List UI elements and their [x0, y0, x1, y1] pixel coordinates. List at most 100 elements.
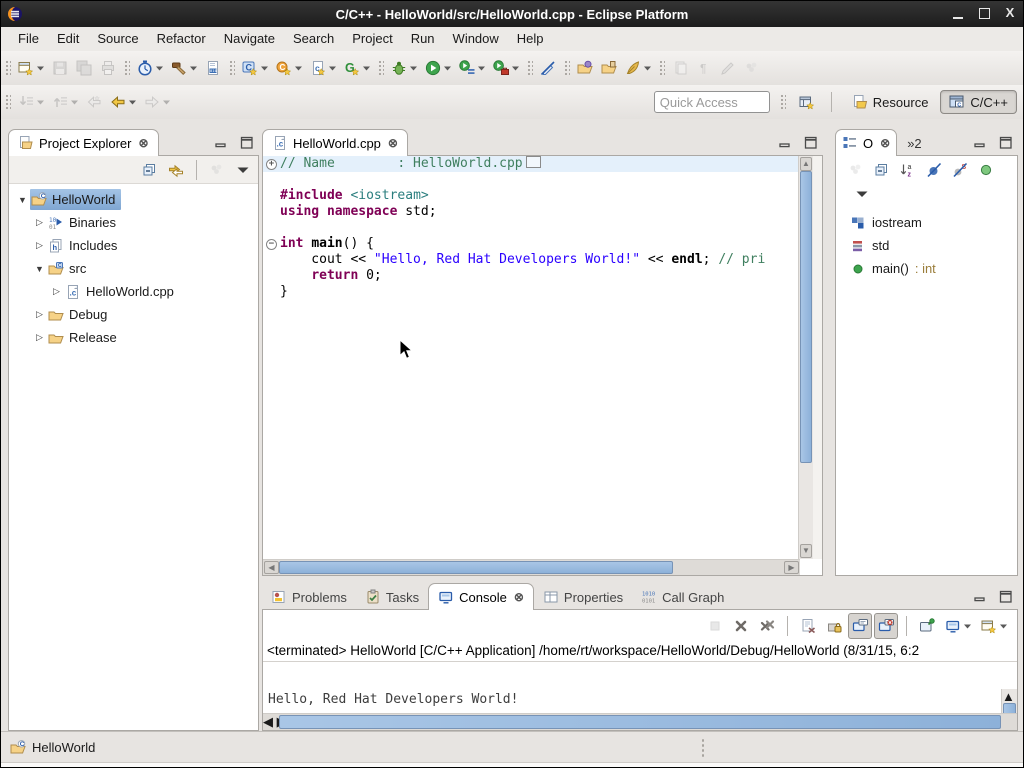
open-task-folder-button[interactable]	[573, 56, 597, 80]
fold-gutter[interactable]: +	[263, 156, 280, 172]
link-with-editor-button[interactable]	[164, 158, 188, 182]
maximize-button[interactable]	[977, 7, 991, 19]
minimize-button[interactable]	[951, 7, 965, 19]
tree-item-helloworld[interactable]: ▼CHelloWorld	[9, 188, 258, 211]
scrollbar-thumb[interactable]	[279, 715, 1001, 729]
outline-item-iostream[interactable]: iostream	[836, 211, 1017, 234]
clear-console-button[interactable]	[796, 614, 820, 638]
menu-navigate[interactable]: Navigate	[215, 27, 284, 51]
dropdown-arrow-icon[interactable]	[512, 61, 519, 75]
fold-gutter[interactable]	[263, 268, 280, 284]
scroll-right-icon[interactable]: ▶	[784, 561, 799, 574]
show-stdout-button[interactable]	[848, 613, 872, 639]
dropdown-arrow-icon[interactable]	[410, 61, 417, 75]
tab-properties[interactable]: Properties	[534, 584, 632, 610]
fold-gutter[interactable]: −	[263, 236, 280, 252]
scroll-down-icon[interactable]: ▼	[800, 544, 812, 558]
editor-horizontal-scrollbar[interactable]: ◀ ▶	[263, 559, 800, 575]
dropdown-arrow-icon[interactable]	[129, 95, 136, 109]
menu-search[interactable]: Search	[284, 27, 343, 51]
fold-expand-icon[interactable]: +	[266, 159, 277, 170]
menu-edit[interactable]: Edit	[48, 27, 88, 51]
binary-file-button[interactable]: 010	[201, 56, 225, 80]
dropdown-arrow-icon[interactable]	[37, 61, 44, 75]
close-tab-icon[interactable]: ⊗	[138, 136, 148, 150]
minimize-view-icon[interactable]	[213, 135, 229, 151]
tree-item-src[interactable]: ▼Csrc	[9, 257, 258, 280]
tab-console[interactable]: Console⊗	[428, 583, 534, 610]
maximize-view-icon[interactable]	[998, 589, 1014, 605]
dropdown-arrow-icon[interactable]	[71, 95, 78, 109]
fold-collapse-icon[interactable]: −	[266, 239, 277, 250]
fold-gutter[interactable]	[263, 284, 280, 300]
scroll-left-icon[interactable]: ◀	[263, 714, 273, 729]
dropdown-arrow-icon[interactable]	[444, 61, 451, 75]
editor-vertical-scrollbar[interactable]: ▲ ▼	[798, 156, 813, 559]
remove-all-terminated-button[interactable]	[755, 614, 779, 638]
view-stack-badge[interactable]: »2	[907, 136, 921, 156]
dropdown-arrow-icon[interactable]	[644, 61, 651, 75]
dropdown-arrow-icon[interactable]	[156, 61, 163, 75]
pin-console-button[interactable]	[915, 614, 939, 638]
scroll-up-icon[interactable]: ▲	[800, 157, 812, 171]
collapse-all-button[interactable]	[870, 158, 894, 182]
scrollbar-thumb[interactable]	[279, 561, 673, 574]
minimize-view-icon[interactable]	[972, 135, 988, 151]
tab-tasks[interactable]: Tasks	[356, 584, 428, 610]
expand-arrow-icon[interactable]: ▷	[32, 217, 47, 228]
scroll-lock-button[interactable]	[822, 614, 846, 638]
external-tools-button[interactable]	[489, 56, 523, 80]
expand-arrow-icon[interactable]: ▷	[32, 240, 47, 251]
scroll-left-icon[interactable]: ◀	[264, 561, 279, 574]
remove-launch-button[interactable]	[729, 614, 753, 638]
fold-gutter[interactable]	[263, 204, 280, 220]
scroll-up-icon[interactable]: ▲	[1002, 689, 1015, 704]
tab-project-explorer[interactable]: Project Explorer ⊗	[8, 129, 159, 156]
collapse-all-button[interactable]	[138, 158, 162, 182]
back-button[interactable]	[106, 90, 140, 114]
minimize-view-icon[interactable]	[777, 135, 793, 151]
dropdown-arrow-icon[interactable]	[363, 61, 370, 75]
menu-refactor[interactable]: Refactor	[148, 27, 215, 51]
outline-item-std[interactable]: std	[836, 234, 1017, 257]
outline-item-main-[interactable]: main() : int	[836, 257, 1017, 280]
new-text-pen-button[interactable]	[621, 56, 655, 80]
scrollbar-thumb[interactable]	[800, 171, 812, 463]
new-wizard-button[interactable]	[14, 56, 48, 80]
code-editor[interactable]: +// Name : HelloWorld.cpp#include <iostr…	[263, 156, 800, 559]
console-vertical-scrollbar[interactable]: ▲ ▼	[1001, 689, 1017, 714]
menu-help[interactable]: Help	[508, 27, 553, 51]
hide-static-button[interactable]: S	[948, 158, 972, 182]
new-c-file-button[interactable]: c	[306, 56, 340, 80]
tab-call-graph[interactable]: 10100101Call Graph	[632, 584, 733, 610]
maximize-view-icon[interactable]	[239, 135, 255, 151]
dropdown-arrow-icon[interactable]	[261, 61, 268, 75]
dropdown-arrow-icon[interactable]	[964, 619, 971, 633]
show-stderr-button[interactable]	[874, 613, 898, 639]
open-perspective-button[interactable]	[795, 90, 819, 114]
fold-gutter[interactable]	[263, 172, 280, 188]
menu-source[interactable]: Source	[88, 27, 147, 51]
close-tab-icon[interactable]: ⊗	[388, 136, 398, 150]
hide-non-public-button[interactable]	[974, 158, 998, 182]
perspective-resource[interactable]: Resource	[844, 91, 937, 113]
new-c-project-button[interactable]: C	[238, 56, 272, 80]
expand-arrow-icon[interactable]: ▷	[32, 332, 47, 343]
expand-arrow-icon[interactable]: ▷	[32, 309, 47, 320]
menu-run[interactable]: Run	[402, 27, 444, 51]
maximize-view-icon[interactable]	[803, 135, 819, 151]
console-output[interactable]: Hello, Red Hat Developers World!	[263, 689, 1002, 714]
fold-gutter[interactable]	[263, 252, 280, 268]
view-menu-button[interactable]	[850, 182, 874, 206]
maximize-view-icon[interactable]	[998, 135, 1014, 151]
mark-occurrences-button[interactable]	[536, 56, 560, 80]
tree-item-helloworld-cpp[interactable]: ▷.cHelloWorld.cpp	[9, 280, 258, 303]
console-horizontal-scrollbar[interactable]: ◀ ▶	[263, 713, 1017, 730]
dropdown-arrow-icon[interactable]	[190, 61, 197, 75]
open-console-button[interactable]	[977, 614, 1011, 638]
collapse-arrow-icon[interactable]: ▼	[32, 264, 47, 274]
folded-region-icon[interactable]	[526, 156, 541, 168]
open-resource-folder-button[interactable]	[597, 56, 621, 80]
dropdown-arrow-icon[interactable]	[1000, 619, 1007, 633]
tab-problems[interactable]: Problems	[262, 584, 356, 610]
